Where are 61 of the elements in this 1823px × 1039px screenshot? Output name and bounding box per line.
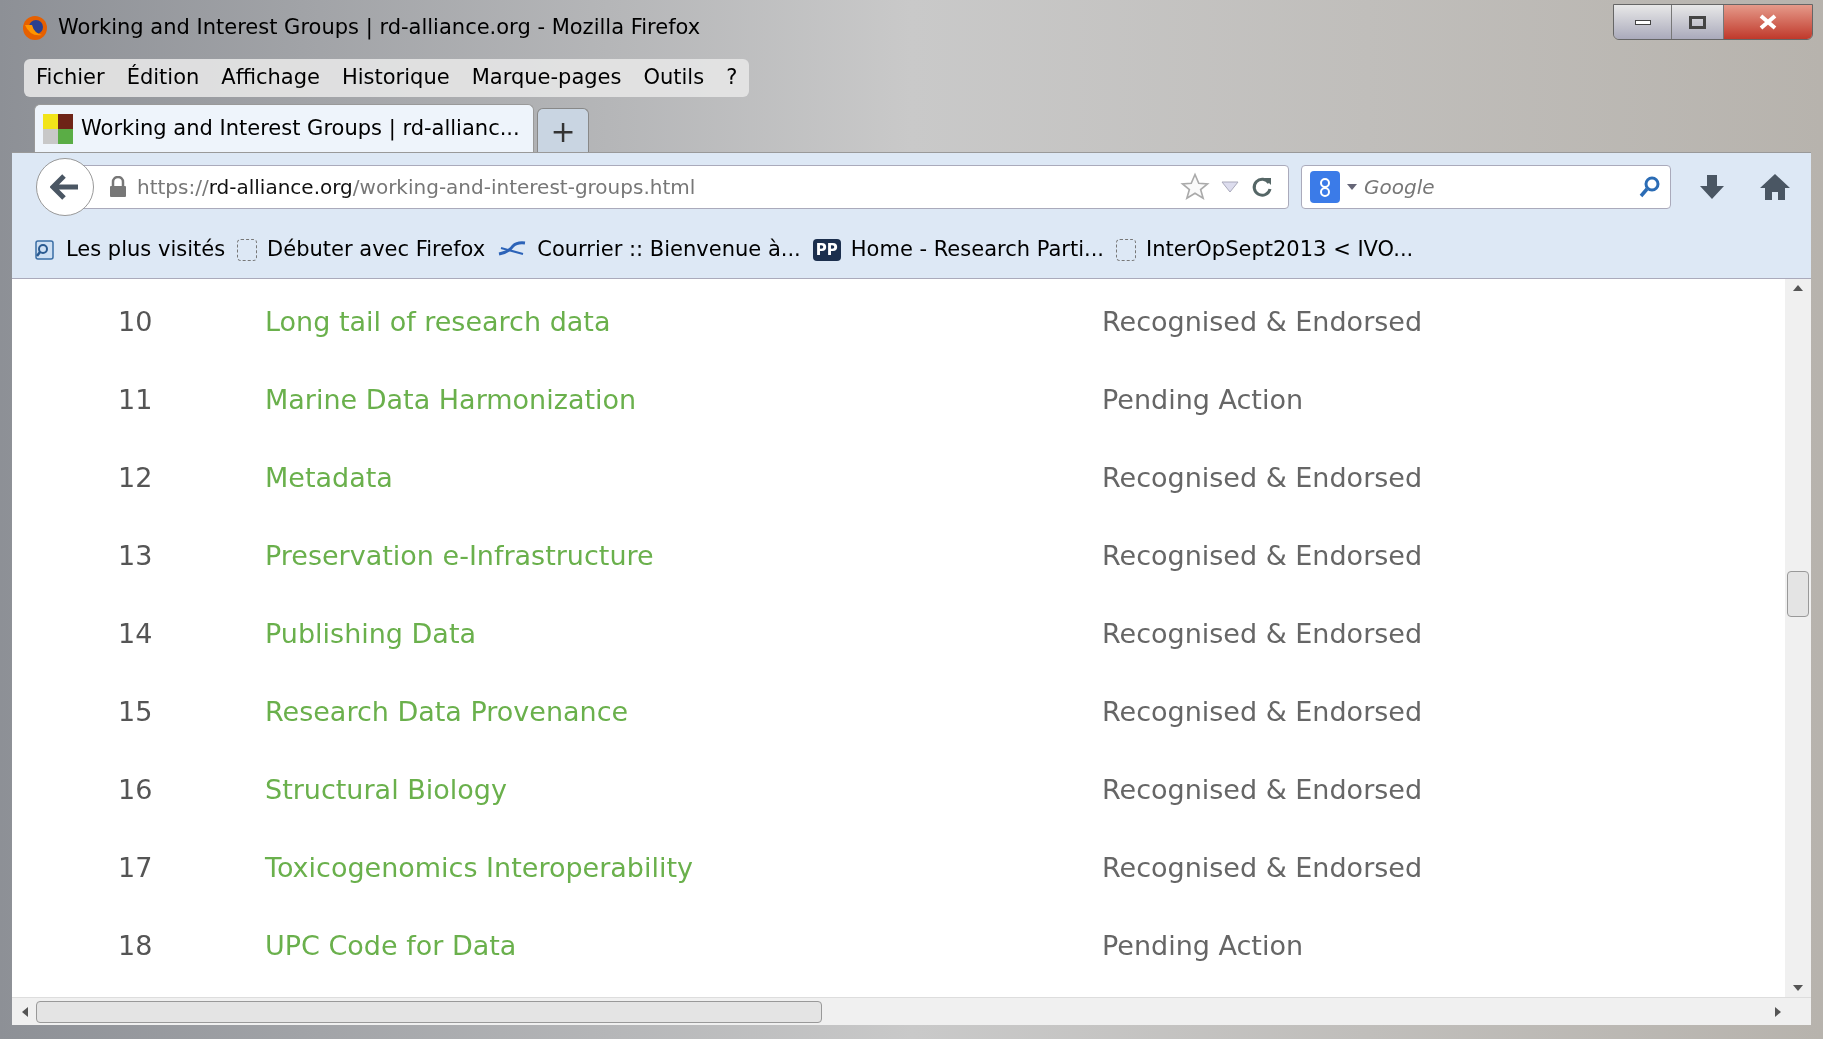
menu-item[interactable]: Outils [643, 62, 705, 94]
group-status: Recognised & Endorsed [1102, 460, 1423, 495]
row-number: 13 [117, 538, 154, 573]
row-number: 12 [117, 460, 154, 495]
maximize-button[interactable] [1672, 5, 1724, 39]
bookmark-item[interactable]: InterOpSept2013 < IVO... [1116, 233, 1414, 266]
row-number: 11 [117, 382, 154, 417]
group-status: Recognised & Endorsed [1102, 616, 1423, 651]
row-number: 14 [117, 616, 154, 651]
back-arrow-icon [50, 174, 80, 200]
minimize-button[interactable] [1614, 5, 1672, 39]
group-status: Recognised & Endorsed [1102, 538, 1423, 573]
bookmark-item[interactable]: Courrier :: Bienvenue à... [497, 233, 801, 266]
row-number: 16 [117, 772, 154, 807]
row-number: 17 [117, 850, 154, 885]
group-status: Recognised & Endorsed [1102, 772, 1423, 807]
close-icon [1759, 14, 1777, 30]
scroll-left-icon[interactable] [22, 1006, 28, 1017]
star-icon[interactable] [1180, 172, 1210, 202]
scroll-up-icon[interactable] [1793, 285, 1803, 291]
menu-item[interactable]: Marque-pages [471, 62, 622, 94]
blank-page-icon [1116, 238, 1137, 261]
group-status: Recognised & Endorsed [1102, 304, 1423, 339]
scroll-thumb[interactable] [36, 1000, 822, 1023]
menu-item[interactable]: Historique [341, 62, 450, 94]
row-number: 15 [117, 694, 154, 729]
scroll-down-icon[interactable] [1793, 985, 1803, 991]
home-icon[interactable] [1759, 172, 1791, 202]
bookmark-item[interactable]: PP Home - Research Parti... [812, 233, 1105, 266]
bookmark-item[interactable]: Débuter avec Firefox [237, 233, 486, 266]
group-status: Recognised & Endorsed [1102, 850, 1423, 885]
horizontal-scrollbar[interactable] [12, 997, 1811, 1025]
search-icon[interactable] [1638, 175, 1662, 199]
browser-tab[interactable]: Working and Interest Groups | rd-allianc... [34, 104, 534, 152]
menu-item[interactable]: Fichier [36, 62, 105, 94]
new-tab-button[interactable]: + [537, 108, 589, 152]
lock-icon [109, 176, 127, 198]
bookmark-item[interactable]: Les plus visités [34, 233, 226, 266]
vertical-scrollbar[interactable] [1785, 279, 1811, 997]
scroll-thumb[interactable] [1787, 571, 1809, 617]
close-button[interactable] [1724, 5, 1812, 39]
window-title: Working and Interest Groups | rd-alliance.org - Mozilla Firefox [58, 14, 701, 42]
group-status: Recognised & Endorsed [1102, 694, 1423, 729]
group-status: Pending Action [1102, 382, 1304, 417]
row-number: 18 [117, 928, 154, 963]
url-text: https://rd-alliance.org/working-and-interest-groups.html [137, 174, 697, 201]
search-bar[interactable]: Google [1301, 165, 1671, 209]
search-field[interactable]: Google [1364, 172, 1632, 202]
blank-page-icon [237, 238, 258, 261]
menu-item[interactable]: Affichage [221, 62, 320, 94]
menu-item[interactable]: ? [726, 62, 738, 94]
row-number: 10 [117, 304, 154, 339]
reload-icon[interactable] [1250, 175, 1274, 199]
site-logo [43, 113, 73, 144]
folder-search-icon [34, 238, 56, 261]
menu-item[interactable]: Édition [126, 62, 200, 94]
dropdown-icon[interactable] [1346, 183, 1358, 191]
browser-logo [22, 15, 48, 41]
scroll-right-icon[interactable] [1775, 1006, 1781, 1017]
bookmark-logo: PP [812, 238, 841, 261]
group-status: Pending Action [1102, 928, 1304, 963]
